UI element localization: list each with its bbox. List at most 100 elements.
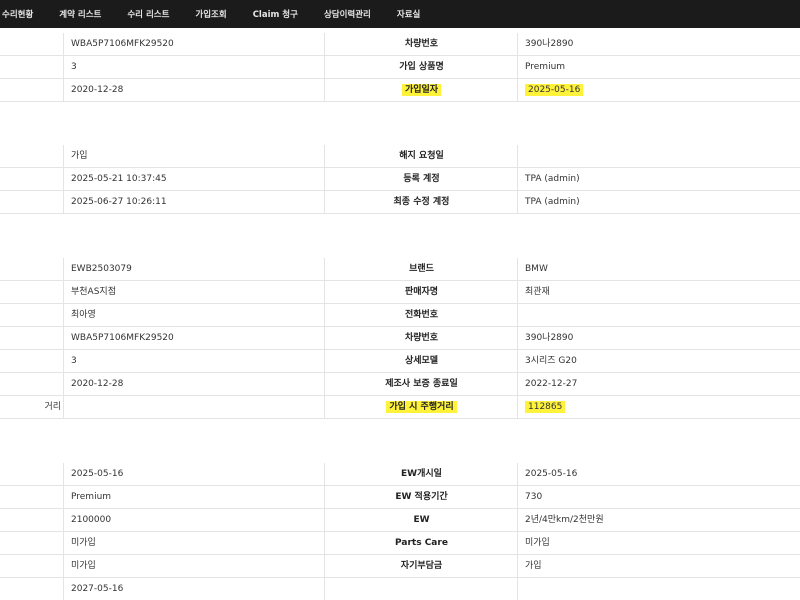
field-value-right: TPA (admin) bbox=[519, 191, 800, 213]
field-label-text: Parts Care bbox=[395, 538, 448, 548]
field-label-text: 차량번호 bbox=[404, 333, 439, 343]
field-label: 자기부담금 bbox=[326, 555, 518, 577]
row-edge-label bbox=[0, 373, 64, 395]
row-edge-label: 거리 bbox=[0, 396, 64, 418]
row-edge-label bbox=[0, 33, 64, 55]
row-edge-label bbox=[0, 509, 64, 531]
field-label-text: 자기부담금 bbox=[400, 561, 443, 571]
field-label: 최종 수정 계정 bbox=[326, 191, 518, 213]
row-edge-label bbox=[0, 532, 64, 554]
field-value-left: 미가입 bbox=[65, 532, 325, 554]
nav-item-3[interactable]: 가입조회 bbox=[195, 8, 226, 20]
field-value-left: 2025-05-21 10:37:45 bbox=[65, 168, 325, 190]
table-row: 3 상세모델 3시리즈 G20 bbox=[0, 350, 800, 373]
field-label-text: 상세모델 bbox=[404, 356, 439, 366]
field-label: 차량번호 bbox=[326, 327, 518, 349]
nav-item-5[interactable]: 상담이력관리 bbox=[324, 8, 371, 20]
row-edge-label bbox=[0, 56, 64, 78]
table-row: 미가입 Parts Care 미가입 bbox=[0, 532, 800, 555]
row-edge-label bbox=[0, 463, 64, 485]
field-value-right bbox=[519, 578, 800, 600]
field-value-text: BMW bbox=[525, 264, 548, 274]
field-value-right: 730 bbox=[519, 486, 800, 508]
field-value-left: 2020-12-28 bbox=[65, 79, 325, 101]
field-label-text: 제조사 보증 종료일 bbox=[385, 379, 458, 389]
field-label: 브랜드 bbox=[326, 258, 518, 280]
field-value-left: WBA5P7106MFK29520 bbox=[65, 327, 325, 349]
field-value-left: 2100000 bbox=[65, 509, 325, 531]
table-row: WBA5P7106MFK29520 차량번호 390나2890 bbox=[0, 33, 800, 56]
field-label: 제조사 보증 종료일 bbox=[326, 373, 518, 395]
field-value-text: TPA (admin) bbox=[525, 197, 580, 207]
field-label: 판매자명 bbox=[326, 281, 518, 303]
field-value-right: 2년/4만km/2천만원 bbox=[519, 509, 800, 531]
table-row: EWB2503079 브랜드 BMW bbox=[0, 258, 800, 281]
field-value-left: 가입 bbox=[65, 145, 325, 167]
field-value-text: 최관재 bbox=[525, 287, 550, 297]
field-value-left: 2025-06-27 10:26:11 bbox=[65, 191, 325, 213]
field-value-text: 가입 bbox=[525, 561, 542, 571]
field-label: Parts Care bbox=[326, 532, 518, 554]
field-value-text: Premium bbox=[525, 62, 566, 72]
field-value-text: 2년/4만km/2천만원 bbox=[525, 515, 604, 525]
nav-item-1[interactable]: 계약 리스트 bbox=[59, 8, 101, 20]
field-label-text: 가입일자 bbox=[401, 84, 442, 96]
field-value-right: 미가입 bbox=[519, 532, 800, 554]
field-value-text: 2022-12-27 bbox=[525, 379, 578, 389]
field-label: 상세모델 bbox=[326, 350, 518, 372]
field-value-right: Premium bbox=[519, 56, 800, 78]
row-edge-label bbox=[0, 281, 64, 303]
field-value-left: Premium bbox=[65, 486, 325, 508]
field-label-text: EW 적용기간 bbox=[395, 492, 448, 502]
row-edge-label bbox=[0, 79, 64, 101]
field-value-right: 2025-05-16 bbox=[519, 79, 800, 101]
field-label: 등록 계정 bbox=[326, 168, 518, 190]
field-value-right: 390나2890 bbox=[519, 33, 800, 55]
field-label-text: EW개시일 bbox=[401, 469, 442, 479]
field-label: 해지 요청일 bbox=[326, 145, 518, 167]
table-row: 최아영 전화번호 bbox=[0, 304, 800, 327]
field-value-left: 부천AS지점 bbox=[65, 281, 325, 303]
field-value-right: 최관재 bbox=[519, 281, 800, 303]
row-edge-label bbox=[0, 486, 64, 508]
table-row: 거리 가입 시 주행거리 112865 bbox=[0, 396, 800, 419]
field-label-text: 등록 계정 bbox=[403, 174, 440, 184]
field-value-right: 3시리즈 G20 bbox=[519, 350, 800, 372]
table-row: 2020-12-28 제조사 보증 종료일 2022-12-27 bbox=[0, 373, 800, 396]
field-label: EW개시일 bbox=[326, 463, 518, 485]
field-label: 전화번호 bbox=[326, 304, 518, 326]
field-label-text: 판매자명 bbox=[404, 287, 439, 297]
field-value-right: 가입 bbox=[519, 555, 800, 577]
row-edge-label bbox=[0, 578, 64, 600]
field-label: 가입 상품명 bbox=[326, 56, 518, 78]
field-value-left: 최아영 bbox=[65, 304, 325, 326]
nav-item-2[interactable]: 수리 리스트 bbox=[127, 8, 169, 20]
field-value-right: 112865 bbox=[519, 396, 800, 418]
row-edge-label bbox=[0, 304, 64, 326]
field-value-right: 2025-05-16 bbox=[519, 463, 800, 485]
field-value-text: 3시리즈 G20 bbox=[525, 356, 577, 366]
field-label: 차량번호 bbox=[326, 33, 518, 55]
field-value-text: 2025-05-16 bbox=[525, 84, 584, 96]
row-edge-label bbox=[0, 191, 64, 213]
nav-item-6[interactable]: 자료실 bbox=[397, 8, 420, 20]
field-value-text: 730 bbox=[525, 492, 543, 502]
nav-item-4[interactable]: Claim 청구 bbox=[253, 8, 298, 20]
field-value-text: 112865 bbox=[525, 401, 566, 413]
field-value-left: 2025-05-16 bbox=[65, 463, 325, 485]
field-label-text: 가입 상품명 bbox=[399, 62, 444, 72]
field-value-right: 390나2890 bbox=[519, 327, 800, 349]
field-value-left: WBA5P7106MFK29520 bbox=[65, 33, 325, 55]
row-edge-label bbox=[0, 555, 64, 577]
table-row: 2020-12-28 가입일자 2025-05-16 bbox=[0, 79, 800, 102]
field-value-left: 3 bbox=[65, 350, 325, 372]
field-value-text: 미가입 bbox=[525, 538, 550, 548]
field-value-text: 390나2890 bbox=[525, 39, 574, 49]
field-value-text: TPA (admin) bbox=[525, 174, 580, 184]
field-label-text: 브랜드 bbox=[409, 264, 434, 274]
field-value-text: 390나2890 bbox=[525, 333, 574, 343]
field-label-text: 최종 수정 계정 bbox=[393, 197, 450, 207]
row-edge-label bbox=[0, 327, 64, 349]
nav-item-0[interactable]: 수리현황 bbox=[2, 8, 33, 20]
field-value-left: 2027-05-16 bbox=[65, 578, 325, 600]
